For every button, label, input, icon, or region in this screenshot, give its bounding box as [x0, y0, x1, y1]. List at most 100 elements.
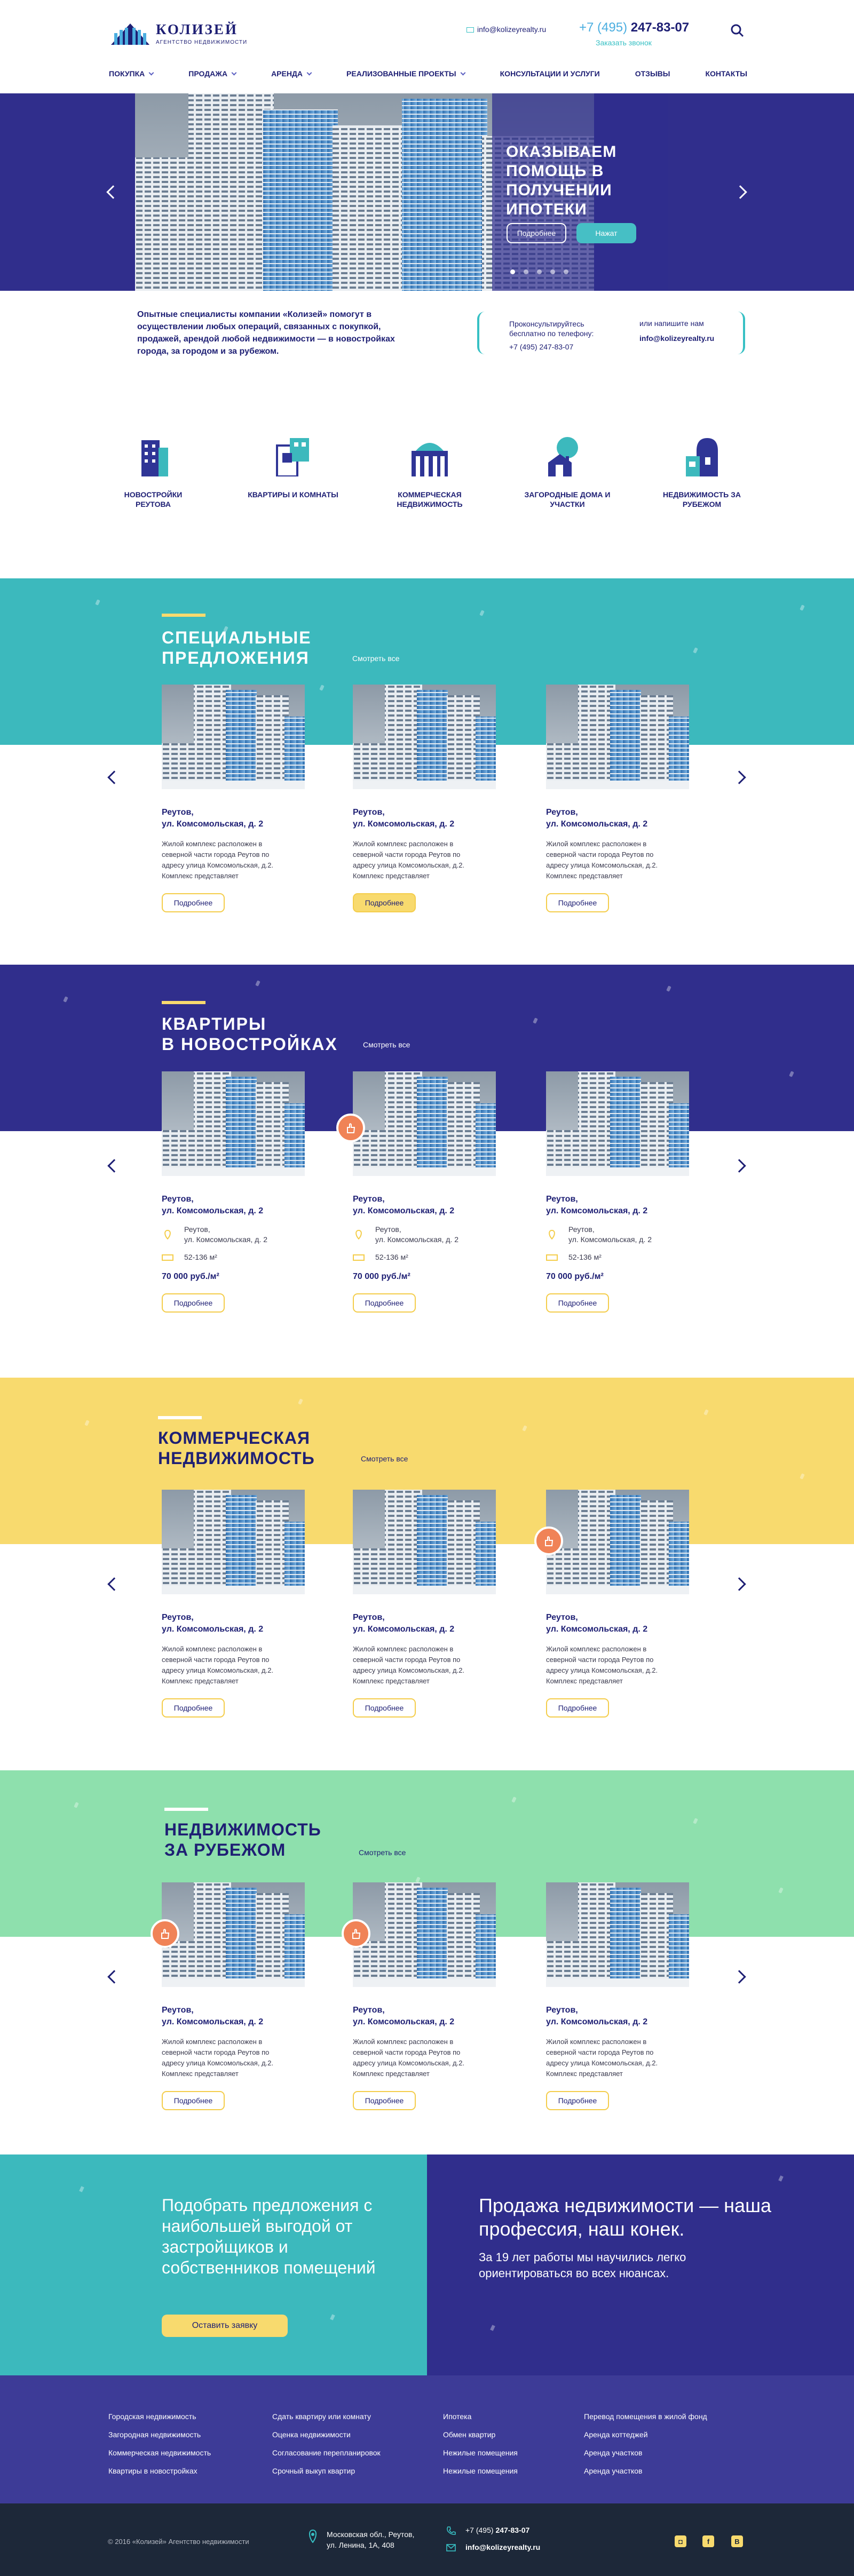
property-image: [162, 1071, 305, 1176]
more-button[interactable]: Подробнее: [162, 1698, 225, 1718]
footer-link[interactable]: Нежилые помещения: [443, 2444, 518, 2462]
footer-link[interactable]: Коммерческая недвижимость: [108, 2444, 211, 2462]
header-phone[interactable]: +7 (495) 247-83-07: [579, 20, 689, 35]
search-icon[interactable]: [730, 23, 744, 37]
next-arrow-icon[interactable]: [732, 1159, 746, 1173]
more-button[interactable]: Подробнее: [353, 1293, 416, 1313]
snow-flake: [490, 2325, 495, 2331]
see-all-link[interactable]: Смотреть все: [352, 654, 399, 663]
slide-dot[interactable]: [550, 269, 555, 274]
nav-item-rent[interactable]: АРЕНДА: [271, 69, 312, 81]
property-card: Реутов, ул. Комсомольская, д. 2 Жилой ком…: [546, 1490, 689, 1718]
category-abroad[interactable]: НЕДВИЖИМОСТЬ ЗА РУБЕЖОМ: [657, 435, 747, 509]
footer-link[interactable]: Оценка недвижимости: [272, 2426, 381, 2444]
phone-number: 247-83-07: [495, 2526, 530, 2534]
footer-link[interactable]: Аренда коттеджей: [584, 2426, 707, 2444]
instagram-icon[interactable]: ◘: [675, 2535, 686, 2547]
hero-help-button[interactable]: Нажат: [576, 223, 636, 243]
sub-footer: © 2016 «Колизей» Агентство недвижимости …: [0, 2503, 854, 2576]
footer-link[interactable]: Ипотека: [443, 2407, 518, 2426]
see-all-link[interactable]: Смотреть все: [361, 1454, 408, 1463]
hero-more-button[interactable]: Подробнее: [507, 223, 566, 243]
facebook-icon[interactable]: f: [702, 2535, 714, 2547]
location-line: ул. Комсомольская, д. 2: [568, 1235, 652, 1244]
vk-icon[interactable]: B: [731, 2535, 743, 2547]
see-all-link[interactable]: Смотреть все: [359, 1848, 406, 1857]
more-button[interactable]: Подробнее: [546, 893, 609, 912]
prev-arrow-icon[interactable]: [107, 770, 121, 784]
footer-link[interactable]: Аренда участков: [584, 2462, 707, 2480]
more-button[interactable]: Подробнее: [353, 2091, 416, 2110]
more-button[interactable]: Подробнее: [162, 2091, 225, 2110]
slide-dot[interactable]: [537, 269, 542, 274]
footer-email[interactable]: info@kolizeyrealty.ru: [465, 2543, 540, 2551]
category-apartments[interactable]: КВАРТИРЫ И КОМНАТЫ: [248, 435, 338, 499]
slide-dot[interactable]: [564, 269, 568, 274]
header-email[interactable]: info@kolizeyrealty.ru: [466, 25, 546, 34]
footer-link[interactable]: Городская недвижимость: [108, 2407, 211, 2426]
footer-link[interactable]: Обмен квартир: [443, 2426, 518, 2444]
card-title: Реутов, ул. Комсомольская, д. 2: [546, 2005, 689, 2028]
slide-dot[interactable]: [524, 269, 528, 274]
see-all-link[interactable]: Смотреть все: [363, 1040, 410, 1049]
promo-about-title: Продажа недвижимости — наша профессия, н…: [479, 2195, 771, 2240]
prev-arrow-icon[interactable]: [107, 1159, 121, 1173]
location-line: ул. Комсомольская, д. 2: [184, 1235, 268, 1244]
chevron-down-icon: [231, 70, 237, 76]
logo-name: КОЛИЗЕЙ: [156, 21, 238, 37]
footer-link[interactable]: Сдать квартиру или комнату: [272, 2407, 381, 2426]
logo[interactable]: КОЛИЗЕЙ АГЕНТСТВО НЕДВИЖИМОСТИ: [109, 20, 269, 47]
next-arrow-icon[interactable]: [732, 1970, 746, 1984]
more-button[interactable]: Подробнее: [162, 893, 225, 912]
nav-item-reviews[interactable]: ОТЗЫВЫ: [635, 69, 670, 81]
section-title-line: НЕДВИЖИМОСТЬ: [164, 1820, 321, 1839]
snow-flake: [79, 2186, 84, 2192]
hero-next-arrow-icon[interactable]: [733, 185, 747, 199]
more-button[interactable]: Подробнее: [353, 893, 416, 912]
prev-arrow-icon[interactable]: [107, 1970, 121, 1984]
card-title: Реутов, ул. Комсомольская, д. 2: [546, 1612, 689, 1635]
more-button[interactable]: Подробнее: [546, 1293, 609, 1313]
footer-link[interactable]: Нежилые помещения: [443, 2462, 518, 2480]
consult-phone[interactable]: +7 (495) 247-83-07: [509, 343, 573, 351]
footer-link[interactable]: Перевод помещения в жилой фонд: [584, 2407, 707, 2426]
snow-flake: [800, 605, 805, 611]
nav-item-sell[interactable]: ПРОДАЖА: [188, 69, 237, 81]
category-country-houses[interactable]: ЗАГОРОДНЫЕ ДОМА И УЧАСТКИ: [522, 435, 613, 509]
next-arrow-icon[interactable]: [732, 1577, 746, 1591]
discount-badge: [336, 1114, 365, 1142]
nav-item-buy[interactable]: ПОКУПКА: [109, 69, 154, 81]
more-button[interactable]: Подробнее: [546, 2091, 609, 2110]
footer-link[interactable]: Загородная недвижимость: [108, 2426, 211, 2444]
property-image: [162, 1882, 305, 1987]
callback-link[interactable]: Заказать звонок: [596, 38, 652, 47]
more-button[interactable]: Подробнее: [353, 1698, 416, 1718]
hero-prev-arrow-icon[interactable]: [106, 185, 120, 199]
section-title-line: НЕДВИЖИМОСТЬ: [158, 1449, 315, 1468]
snow-flake: [789, 1071, 794, 1077]
slide-dot[interactable]: [510, 269, 515, 274]
property-card: Реутов, ул. Комсомольская, д. 2 Жилой ком…: [162, 1882, 305, 2110]
section-accent-line: [162, 614, 205, 617]
nav-item-consulting[interactable]: КОНСУЛЬТАЦИИ И УСЛУГИ: [500, 69, 600, 81]
footer-column: Ипотека Обмен квартир Нежилые помещения …: [443, 2407, 518, 2480]
footer-link[interactable]: Аренда участков: [584, 2444, 707, 2462]
category-new-buildings[interactable]: НОВОСТРОЙКИ РЕУТОВА: [108, 435, 199, 509]
category-commercial[interactable]: КОММЕРЧЕСКАЯ НЕДВИЖИМОСТЬ: [384, 435, 475, 509]
nav-label: КОНТАКТЫ: [705, 69, 747, 78]
consult-email[interactable]: info@kolizeyrealty.ru: [639, 334, 714, 343]
next-arrow-icon[interactable]: [732, 770, 746, 784]
leave-request-button[interactable]: Оставить заявку: [162, 2315, 288, 2337]
prev-arrow-icon[interactable]: [107, 1577, 121, 1591]
footer-phone[interactable]: +7 (495) 247-83-07: [465, 2526, 529, 2534]
more-button[interactable]: Подробнее: [162, 1293, 225, 1313]
footer-link[interactable]: Согласование перепланировок: [272, 2444, 381, 2462]
nav-item-contacts[interactable]: КОНТАКТЫ: [705, 69, 747, 81]
nav-item-projects[interactable]: РЕАЛИЗОВАННЫЕ ПРОЕКТЫ: [346, 69, 466, 81]
footer-link[interactable]: Квартиры в новостройках: [108, 2462, 211, 2480]
hero-pagination: [510, 269, 568, 274]
section-title-line: СПЕЦИАЛЬНЫЕ: [162, 628, 312, 647]
area-icon: [546, 1254, 558, 1261]
more-button[interactable]: Подробнее: [546, 1698, 609, 1718]
footer-link[interactable]: Срочный выкуп квартир: [272, 2462, 381, 2480]
